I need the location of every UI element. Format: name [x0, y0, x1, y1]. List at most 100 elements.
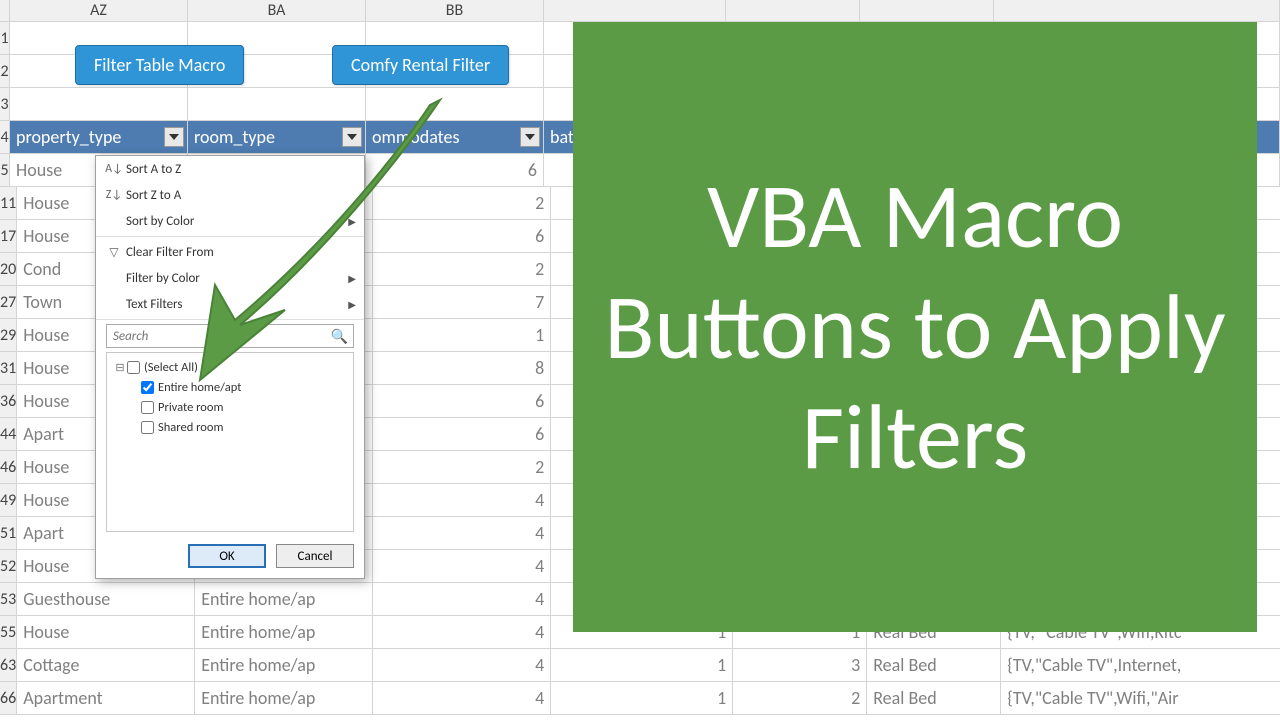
row-header[interactable]: 2 — [0, 55, 10, 88]
row-header[interactable]: 36 — [0, 385, 17, 418]
cell-bed-type[interactable]: Real Bed — [867, 649, 1001, 682]
cell-property-type[interactable]: House — [17, 616, 195, 649]
cell-bath[interactable]: 1 — [551, 649, 733, 682]
filter-table-macro-button[interactable]: Filter Table Macro — [75, 45, 244, 85]
cell-accommodates[interactable]: 7 — [373, 286, 551, 319]
cell-property-type[interactable] — [10, 88, 188, 121]
cell-amenities[interactable]: {TV,"Cable TV",Wifi,"Air — [1001, 682, 1280, 715]
col-header-bb[interactable]: BB — [366, 0, 544, 22]
cell-accommodates[interactable]: 2 — [373, 187, 551, 220]
row-header[interactable]: 66 — [0, 682, 17, 715]
opt-label: Private room — [158, 400, 223, 415]
row-header[interactable]: 51 — [0, 517, 17, 550]
row-header[interactable]: 31 — [0, 352, 17, 385]
cell-accommodates[interactable]: 4 — [373, 616, 551, 649]
col-header-bc[interactable] — [544, 0, 726, 22]
row-header[interactable]: 55 — [0, 616, 17, 649]
filter-search-input[interactable] — [106, 324, 354, 348]
cell-property-type[interactable]: Cottage — [17, 649, 195, 682]
comfy-rental-filter-button[interactable]: Comfy Rental Filter — [332, 45, 509, 85]
row-header[interactable]: 63 — [0, 649, 17, 682]
cell-room-type[interactable] — [188, 88, 366, 121]
cell-property-type[interactable]: Guesthouse — [17, 583, 195, 616]
column-letters-row: AZ BA BB — [0, 0, 1280, 22]
row-header[interactable]: 3 — [0, 88, 10, 121]
col-header-bd[interactable] — [726, 0, 860, 22]
row-header[interactable]: 29 — [0, 319, 17, 352]
opt-label: Entire home/apt — [158, 380, 241, 395]
cell-accommodates[interactable]: 2 — [373, 253, 551, 286]
row-header[interactable]: 1 — [0, 22, 10, 55]
sort-a-to-z[interactable]: A↓ Sort A to Z — [96, 156, 364, 182]
row-header[interactable]: 17 — [0, 220, 17, 253]
cell-beds[interactable]: 2 — [733, 682, 867, 715]
cell-property-type[interactable]: Apartment — [17, 682, 195, 715]
cell-room-type[interactable]: Entire home/ap — [195, 649, 373, 682]
row-header[interactable]: 44 — [0, 418, 17, 451]
col-header-az[interactable]: AZ — [10, 0, 188, 22]
select-all-corner[interactable] — [0, 0, 10, 22]
filter-by-color[interactable]: Filter by Color ▶ — [96, 265, 364, 291]
filter-opt-private-room[interactable]: Private room — [113, 397, 347, 417]
row-header[interactable]: 46 — [0, 451, 17, 484]
cell-bath[interactable]: 1 — [551, 682, 733, 715]
table-header-cell[interactable]: ommodates — [366, 121, 544, 154]
cell-accommodates[interactable]: 6 — [366, 154, 544, 187]
cell-accommodates[interactable]: 4 — [373, 550, 551, 583]
text-filters[interactable]: Text Filters ▶ — [96, 291, 364, 317]
row-header[interactable]: 53 — [0, 583, 17, 616]
select-all-item[interactable]: ⊟ (Select All) — [113, 357, 347, 377]
cell-beds[interactable]: 3 — [733, 649, 867, 682]
cell-bed-type[interactable]: Real Bed — [867, 682, 1001, 715]
cell-amenities[interactable]: {TV,"Cable TV",Internet, — [1001, 649, 1280, 682]
opt-checkbox[interactable] — [141, 401, 154, 414]
cell-accommodates[interactable]: 4 — [373, 649, 551, 682]
title-text: VBA Macro Buttons to Apply Filters — [573, 161, 1257, 492]
cell-accommodates[interactable]: 6 — [373, 418, 551, 451]
table-header-cell[interactable]: room_type — [188, 121, 366, 154]
cell-accommodates[interactable]: 6 — [373, 385, 551, 418]
sort-z-to-a[interactable]: Z↓ Sort Z to A — [96, 182, 364, 208]
opt-checkbox[interactable] — [141, 381, 154, 394]
separator — [96, 319, 364, 320]
cell-accommodates[interactable]: 1 — [373, 319, 551, 352]
col-header-be[interactable] — [860, 0, 994, 22]
col-header-ba[interactable]: BA — [188, 0, 366, 22]
cell-room-type[interactable]: Entire home/ap — [195, 616, 373, 649]
sort-by-color[interactable]: Sort by Color ▶ — [96, 208, 364, 234]
cell-accommodates[interactable]: 8 — [373, 352, 551, 385]
row-header[interactable]: 49 — [0, 484, 17, 517]
row-header[interactable]: 5 — [0, 154, 10, 187]
col-header-bf[interactable] — [994, 0, 1280, 22]
filter-dropdown-icon[interactable] — [342, 127, 362, 147]
cell-accommodates[interactable] — [366, 88, 544, 121]
filter-opt-entire-home[interactable]: Entire home/apt — [113, 377, 347, 397]
cancel-button[interactable]: Cancel — [276, 544, 354, 568]
cell-accommodates[interactable]: 4 — [373, 517, 551, 550]
cell-room-type[interactable]: Entire home/ap — [195, 682, 373, 715]
cell-room-type[interactable]: Entire home/ap — [195, 583, 373, 616]
table-header-cell[interactable]: property_type — [10, 121, 188, 154]
cell-accommodates[interactable]: 4 — [373, 682, 551, 715]
row-header[interactable]: 11 — [0, 187, 17, 220]
sort-za-label: Sort Z to A — [126, 188, 356, 203]
cell-accommodates[interactable]: 2 — [373, 451, 551, 484]
ok-button[interactable]: OK — [188, 544, 266, 568]
row-header[interactable]: 52 — [0, 550, 17, 583]
filter-opt-shared-room[interactable]: Shared room — [113, 417, 347, 437]
row-header[interactable]: 27 — [0, 286, 17, 319]
cell-accommodates[interactable]: 4 — [373, 583, 551, 616]
filter-dropdown-icon[interactable] — [520, 127, 540, 147]
opt-checkbox[interactable] — [141, 421, 154, 434]
row-header[interactable]: 20 — [0, 253, 17, 286]
cell-accommodates[interactable]: 4 — [373, 484, 551, 517]
autofilter-dropdown: A↓ Sort A to Z Z↓ Sort Z to A Sort by Co… — [95, 155, 365, 579]
filter-dropdown-icon[interactable] — [164, 127, 184, 147]
select-all-label: (Select All) — [144, 360, 198, 375]
row-header[interactable]: 4 — [0, 121, 10, 154]
select-all-checkbox[interactable] — [127, 361, 140, 374]
clear-filter[interactable]: ▽ Clear Filter From — [96, 239, 364, 265]
sort-az-icon: A↓ — [102, 162, 126, 176]
separator — [96, 236, 364, 237]
cell-accommodates[interactable]: 6 — [373, 220, 551, 253]
